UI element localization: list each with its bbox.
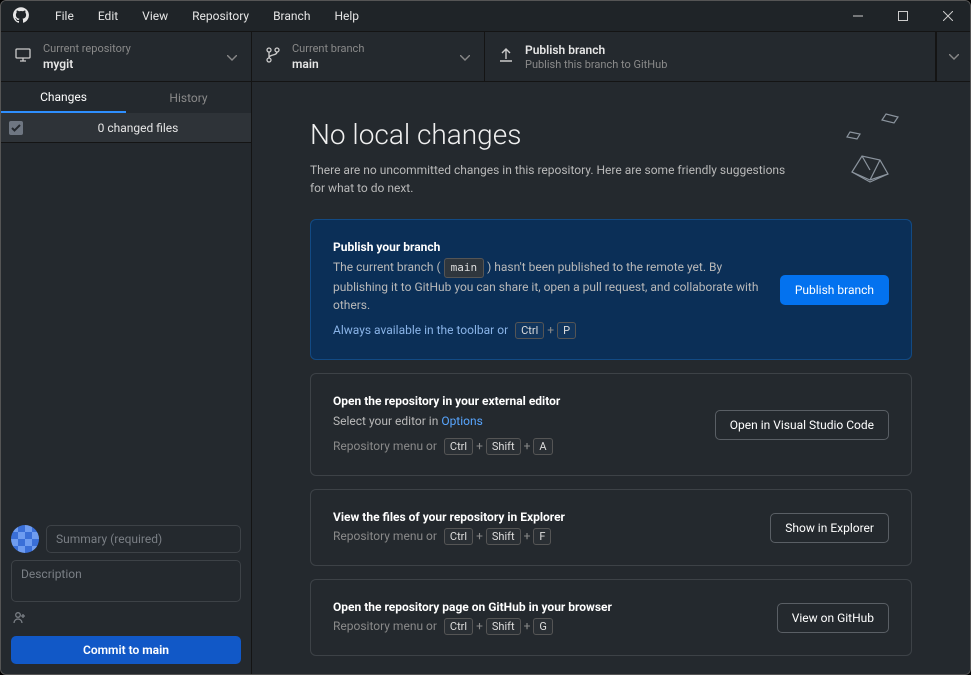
page-subtitle: There are no uncommitted changes in this… xyxy=(310,161,800,197)
tab-history[interactable]: History xyxy=(126,82,251,113)
window-close-button[interactable] xyxy=(925,1,970,32)
github-logo-icon xyxy=(13,7,29,26)
card-hotkey: Always available in the toolbar or Ctrl+… xyxy=(333,322,760,339)
menu-file[interactable]: File xyxy=(43,3,86,29)
card-hotkey: Repository menu or Ctrl+Shift+A xyxy=(333,438,695,455)
publish-branch-button[interactable]: Publish branch xyxy=(780,275,889,305)
chevron-down-icon xyxy=(460,50,470,64)
current-branch-selector[interactable]: Current branch main xyxy=(252,32,485,81)
branch-label: Current branch xyxy=(292,42,448,56)
window-minimize-button[interactable] xyxy=(835,1,880,32)
repo-name: mygit xyxy=(43,56,215,72)
sidebar: Changes History 0 changed files xyxy=(1,82,252,674)
tab-changes[interactable]: Changes xyxy=(1,82,126,113)
commit-summary-input[interactable] xyxy=(46,525,241,553)
show-explorer-button[interactable]: Show in Explorer xyxy=(770,513,889,543)
branch-name: main xyxy=(292,56,448,72)
commit-button[interactable]: Commit to main xyxy=(11,636,241,664)
card-view-github: Open the repository page on GitHub in yo… xyxy=(310,579,912,656)
publish-title: Publish branch xyxy=(525,42,921,58)
pc-icon xyxy=(15,48,31,65)
changed-files-count: 0 changed files xyxy=(33,121,243,135)
card-title: Open the repository in your external edi… xyxy=(333,394,695,408)
upload-icon xyxy=(499,47,513,66)
card-title: Publish your branch xyxy=(333,240,760,254)
chevron-down-icon xyxy=(227,50,237,64)
select-all-checkbox[interactable] xyxy=(9,121,23,135)
card-hotkey: Repository menu or Ctrl+Shift+G xyxy=(333,618,757,635)
menu-edit[interactable]: Edit xyxy=(86,3,130,29)
card-desc: Select your editor in Options xyxy=(333,412,695,430)
menu-branch[interactable]: Branch xyxy=(261,3,322,29)
branch-pill: main xyxy=(444,258,485,278)
menu-repository[interactable]: Repository xyxy=(180,3,261,29)
card-title: View the files of your repository in Exp… xyxy=(333,510,750,524)
avatar xyxy=(11,525,39,553)
main-menu: File Edit View Repository Branch Help xyxy=(43,3,371,29)
commit-description-input[interactable] xyxy=(11,560,241,602)
menu-help[interactable]: Help xyxy=(322,3,371,29)
add-coauthor-button[interactable] xyxy=(11,609,241,629)
toolbar: Current repository mygit Current branch … xyxy=(1,32,970,82)
publish-menu-button[interactable] xyxy=(936,32,970,81)
card-show-explorer: View the files of your repository in Exp… xyxy=(310,489,912,566)
repo-label: Current repository xyxy=(43,42,215,56)
titlebar: File Edit View Repository Branch Help xyxy=(1,1,970,32)
open-editor-button[interactable]: Open in Visual Studio Code xyxy=(715,410,889,440)
commit-form: Commit to main xyxy=(1,518,251,674)
publish-desc: Publish this branch to GitHub xyxy=(525,58,921,71)
publish-branch-toolbar-button[interactable]: Publish branch Publish this branch to Gi… xyxy=(485,32,936,81)
card-desc: The current branch ( main ) hasn't been … xyxy=(333,258,760,314)
card-publish-branch: Publish your branch The current branch (… xyxy=(310,219,912,360)
menu-view[interactable]: View xyxy=(130,3,180,29)
empty-state-illustration-icon xyxy=(812,108,912,191)
current-repository-selector[interactable]: Current repository mygit xyxy=(1,32,252,81)
content: No local changes There are no uncommitte… xyxy=(252,82,970,674)
window-maximize-button[interactable] xyxy=(880,1,925,32)
view-github-button[interactable]: View on GitHub xyxy=(777,603,889,633)
git-branch-icon xyxy=(266,47,280,66)
options-link[interactable]: Options xyxy=(441,414,483,428)
card-hotkey: Repository menu or Ctrl+Shift+F xyxy=(333,528,750,545)
card-open-editor: Open the repository in your external edi… xyxy=(310,373,912,476)
file-list-empty xyxy=(1,143,251,518)
changes-header: 0 changed files xyxy=(1,113,251,143)
card-title: Open the repository page on GitHub in yo… xyxy=(333,600,757,614)
